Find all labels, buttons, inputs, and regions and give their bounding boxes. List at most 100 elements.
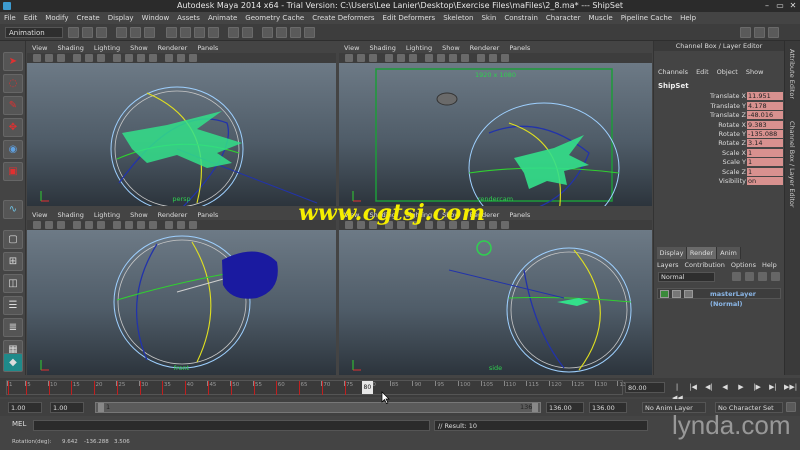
camera-icon[interactable] — [33, 221, 41, 229]
panel-menu-shading[interactable]: Shading — [52, 43, 88, 53]
keyframe-marker[interactable] — [253, 381, 255, 395]
ship-wireframe[interactable] — [514, 135, 589, 189]
rotate-manipulator-outer[interactable] — [506, 247, 632, 373]
select-component-icon[interactable] — [144, 27, 155, 38]
menu-create[interactable]: Create — [72, 12, 103, 24]
graph-editor-layout-icon[interactable]: ≣ — [3, 318, 23, 337]
minimize-button[interactable]: – — [762, 1, 772, 10]
construction-history-icon[interactable] — [242, 27, 253, 38]
menu-edit[interactable]: Edit — [20, 12, 42, 24]
panel-menu-view[interactable]: View — [27, 210, 52, 220]
menu-assets[interactable]: Assets — [173, 12, 204, 24]
camera-icon-object[interactable] — [476, 240, 492, 256]
two-view-layout-icon[interactable]: ◫ — [3, 274, 23, 293]
wireframe-icon[interactable] — [113, 54, 121, 62]
menu-help[interactable]: Help — [676, 12, 700, 24]
panel-menu-view[interactable]: View — [339, 43, 364, 53]
xray-icon[interactable] — [501, 54, 509, 62]
viewport-persp[interactable]: View Shading Lighting Show Renderer Panels pe… — [27, 43, 336, 206]
go-to-start-button[interactable]: |◀◀ — [672, 382, 683, 402]
panel-menu-show[interactable]: Show — [125, 210, 153, 220]
channel-scale-x[interactable]: Scale X1 — [654, 149, 784, 157]
go-to-end-button[interactable]: ▶▶| — [784, 382, 797, 393]
show-menu[interactable]: Show — [742, 67, 768, 78]
ship-front-shape[interactable] — [222, 251, 278, 299]
recycle-icon[interactable] — [672, 290, 681, 298]
panel-menu-view[interactable]: View — [27, 43, 52, 53]
playback-end-field[interactable]: 136.00 — [546, 402, 584, 413]
panel-menu-lighting[interactable]: Lighting — [89, 210, 125, 220]
bookmark-icon[interactable] — [57, 221, 65, 229]
channel-box-tab[interactable]: Channel Box / Layer Editor — [788, 121, 796, 208]
resolution-gate-icon[interactable] — [97, 221, 105, 229]
channel-value[interactable]: -135.088 — [747, 130, 783, 138]
camera-icon[interactable] — [33, 54, 41, 62]
panel-menu-panels[interactable]: Panels — [504, 43, 535, 53]
select-tool-icon[interactable]: ➤ — [3, 52, 23, 71]
keyframe-marker[interactable] — [321, 381, 323, 395]
channel-rotate-z[interactable]: Rotate Z 3.14 — [654, 139, 784, 147]
rotate-manipulator-outer[interactable] — [113, 235, 251, 369]
menu-modify[interactable]: Modify — [41, 12, 72, 24]
layer-mode-dropdown[interactable]: Normal — [658, 272, 715, 282]
viewport-canvas[interactable]: 1920 x 1080 rendercam — [339, 63, 652, 206]
select-hierarchy-icon[interactable] — [116, 27, 127, 38]
maximize-button[interactable]: ▭ — [775, 1, 785, 10]
show-tool-settings-icon[interactable] — [754, 27, 765, 38]
step-back-key-button[interactable]: |◀ — [688, 382, 698, 393]
new-layer-icon[interactable] — [732, 272, 741, 281]
time-slider-bar[interactable]: 1510152025303540455055606570758085909510… — [6, 380, 630, 395]
rotate-manipulator-view-ring[interactable] — [510, 251, 628, 369]
edit-menu[interactable]: Edit — [692, 67, 713, 78]
keyframe-marker[interactable] — [25, 381, 27, 395]
contribution-menu[interactable]: Contribution — [682, 260, 728, 270]
channel-value[interactable]: 1 — [747, 158, 783, 166]
select-object-icon[interactable] — [130, 27, 141, 38]
keyframe-marker[interactable] — [344, 381, 346, 395]
channels-menu[interactable]: Channels — [654, 67, 692, 78]
shadows-icon[interactable] — [165, 221, 173, 229]
layer-settings-icon[interactable] — [745, 272, 754, 281]
panel-menu-panels[interactable]: Panels — [192, 210, 223, 220]
shadows-icon[interactable] — [477, 54, 485, 62]
help-menu[interactable]: Help — [759, 260, 780, 270]
film-gate-icon[interactable] — [85, 221, 93, 229]
override-icon[interactable] — [684, 290, 693, 298]
playback-start-field[interactable]: 1.00 — [50, 402, 84, 413]
menu-skin[interactable]: Skin — [477, 12, 500, 24]
render-layer-icon[interactable] — [758, 272, 767, 281]
keyframe-marker[interactable] — [162, 381, 164, 395]
menu-character[interactable]: Character — [542, 12, 585, 24]
current-time-indicator[interactable]: 80 — [361, 381, 373, 394]
menu-file[interactable]: File — [0, 12, 20, 24]
channel-translate-y[interactable]: Translate Y 4.178 — [654, 102, 784, 110]
renderable-toggle-icon[interactable] — [660, 290, 669, 298]
layer-options-icon[interactable] — [771, 272, 780, 281]
film-gate-icon[interactable] — [397, 54, 405, 62]
start-time-field[interactable]: 1.00 — [8, 402, 42, 413]
channel-value[interactable]: 1 — [747, 149, 783, 157]
render-settings-icon[interactable] — [290, 27, 301, 38]
textured-icon[interactable] — [449, 54, 457, 62]
keyframe-marker[interactable] — [207, 381, 209, 395]
current-frame-field[interactable]: 80.00 — [625, 382, 665, 393]
panel-menu-shading[interactable]: Shading — [52, 210, 88, 220]
render-view-layout-icon[interactable]: ◆ — [3, 353, 23, 372]
smooth-shade-icon[interactable] — [437, 54, 445, 62]
keyframe-marker[interactable] — [7, 381, 9, 395]
step-forward-key-button[interactable]: ▶| — [768, 382, 778, 393]
keyframe-marker[interactable] — [94, 381, 96, 395]
mel-command-input[interactable] — [33, 420, 430, 431]
viewport-side[interactable]: View Shading Lighting Show Renderer Panels si… — [339, 210, 652, 375]
rotate-manipulator-z-ring[interactable] — [191, 241, 212, 363]
step-back-frame-button[interactable]: ◀| — [704, 382, 714, 393]
channel-value[interactable]: on — [747, 177, 783, 185]
options-menu[interactable]: Options — [728, 260, 759, 270]
tab-render[interactable]: Render — [687, 247, 717, 259]
selected-object-name[interactable]: ShipSet — [658, 82, 689, 90]
channel-translate-z[interactable]: Translate Z -48.016 — [654, 111, 784, 119]
range-start-handle[interactable] — [98, 403, 104, 412]
keyframe-marker[interactable] — [276, 381, 278, 395]
lights-icon[interactable] — [149, 54, 157, 62]
rotate-manipulator-z-ring[interactable] — [573, 249, 601, 371]
